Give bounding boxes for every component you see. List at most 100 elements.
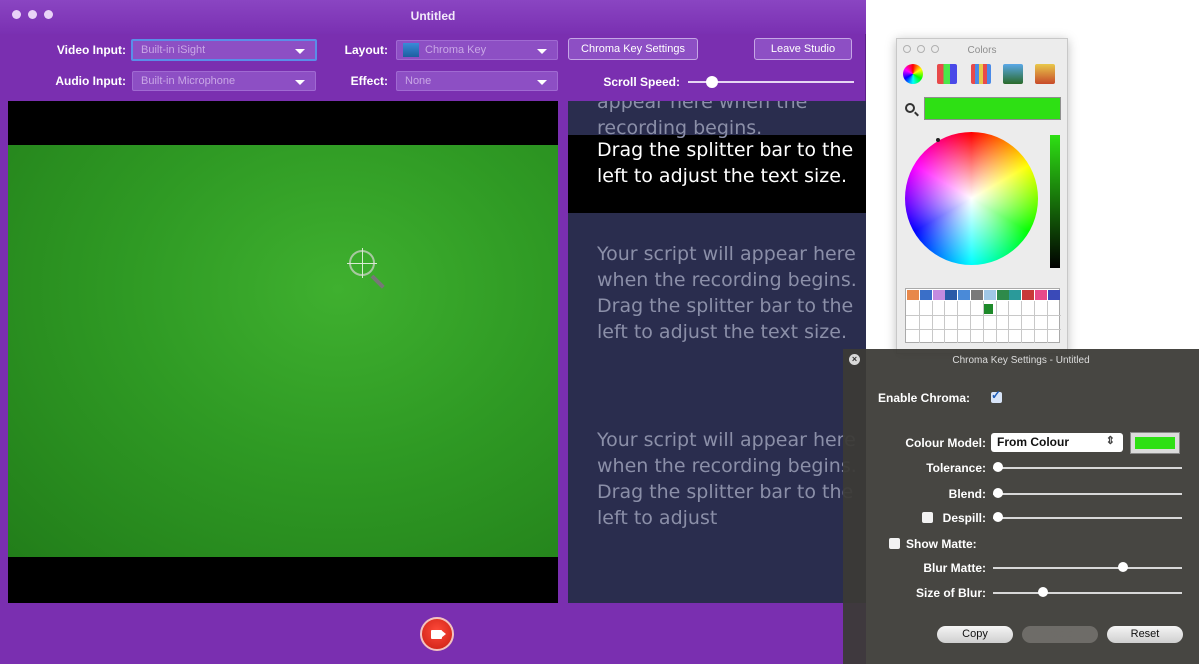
copy-button[interactable]: Copy <box>937 626 1013 643</box>
colour-model-select[interactable]: From Colour ⇕ <box>991 433 1123 452</box>
brightness-slider[interactable] <box>1050 135 1060 268</box>
script-pane[interactable]: appear here when the recording begins. D… <box>568 101 866 603</box>
video-input-select[interactable]: Built-in iSight <box>131 39 317 61</box>
paste-button[interactable]: Paste <box>1022 626 1098 643</box>
chroma-settings-title: Chroma Key Settings - Untitled <box>952 355 1090 366</box>
colors-title: Colors <box>967 45 997 56</box>
color-wheel-selector[interactable] <box>936 138 940 142</box>
palette-grid-line <box>970 301 971 343</box>
colors-panel: Colors <box>896 38 1068 354</box>
tolerance-label: Tolerance: <box>926 461 986 475</box>
magnifier-icon[interactable] <box>905 103 915 113</box>
audio-input-value: Built-in Microphone <box>141 75 236 87</box>
palette-swatch[interactable] <box>919 290 932 300</box>
colour-model-value: From Colour <box>997 435 1069 449</box>
palette-grid-line <box>906 329 1061 330</box>
video-input-value: Built-in iSight <box>141 44 206 56</box>
blend-knob[interactable] <box>993 488 1003 498</box>
chroma-green-background <box>8 145 558 557</box>
color-wheel-tab-icon[interactable] <box>903 64 923 84</box>
color-sliders-tab-icon[interactable] <box>937 64 957 84</box>
effect-select[interactable]: None <box>396 71 558 91</box>
tolerance-slider[interactable] <box>993 467 1182 469</box>
palette-grid-line <box>944 301 946 343</box>
palette-swatch[interactable] <box>958 290 971 300</box>
chevron-down-icon <box>537 49 547 54</box>
reset-button[interactable]: Reset <box>1107 626 1183 643</box>
blur-matte-slider[interactable] <box>993 567 1182 569</box>
show-matte-label: Show Matte: <box>906 537 977 551</box>
studio-window: Untitled Video Input: Built-in iSight La… <box>0 0 866 664</box>
camera-lens-icon <box>441 630 446 638</box>
palette-swatch[interactable] <box>945 290 958 300</box>
palette-grid-line <box>1046 301 1048 343</box>
eyedropper-crosshair-icon <box>347 248 377 278</box>
palette-swatch[interactable] <box>1047 290 1060 300</box>
palette-swatch[interactable] <box>983 290 996 300</box>
enable-chroma-checkbox[interactable] <box>991 388 1002 403</box>
scroll-speed-label: Scroll Speed: <box>603 75 680 89</box>
screen: Untitled Video Input: Built-in iSight La… <box>0 0 1199 664</box>
blur-matte-label: Blur Matte: <box>923 561 986 575</box>
key-color-fill <box>1135 437 1175 449</box>
color-palettes-tab-icon[interactable] <box>971 64 991 84</box>
effect-value: None <box>405 75 432 87</box>
scroll-speed-knob[interactable] <box>706 76 719 88</box>
enable-chroma-label: Enable Chroma: <box>878 391 971 405</box>
despill-slider[interactable] <box>993 517 1182 519</box>
layout-select[interactable]: Chroma Key <box>396 40 558 60</box>
blend-label: Blend: <box>948 487 986 501</box>
layout-value: Chroma Key <box>425 44 487 56</box>
layout-label: Layout: <box>344 43 388 57</box>
layout-thumbnail-icon <box>403 43 419 57</box>
blend-slider[interactable] <box>993 493 1182 495</box>
size-of-blur-slider[interactable] <box>993 592 1182 594</box>
effect-label: Effect: <box>350 74 388 88</box>
chevron-down-icon <box>537 80 547 85</box>
audio-input-select[interactable]: Built-in Microphone <box>132 71 316 91</box>
despill-knob[interactable] <box>993 512 1003 522</box>
stepper-arrows-icon: ⇕ <box>1105 435 1115 447</box>
palette-swatch[interactable] <box>932 290 945 300</box>
script-highlighted-text: Drag the splitter bar to the left to adj… <box>597 139 854 187</box>
size-of-blur-knob[interactable] <box>1037 587 1048 597</box>
color-wheel[interactable] <box>905 132 1038 265</box>
palette-swatch[interactable] <box>907 290 919 300</box>
size-of-blur-label: Size of Blur: <box>915 586 986 600</box>
palette-grid-line <box>995 301 997 343</box>
colour-model-label: Colour Model: <box>905 436 986 450</box>
script-paragraph: Your script will appear here when the re… <box>597 429 857 529</box>
palette-grid-line <box>931 301 933 343</box>
current-color-swatch[interactable] <box>924 97 1061 120</box>
tolerance-knob[interactable] <box>993 462 1003 472</box>
palette-swatch[interactable] <box>971 290 983 300</box>
despill-label: Despill: <box>942 511 986 525</box>
palette-grid-line <box>1021 301 1023 343</box>
crayons-tab-icon[interactable] <box>1035 64 1055 84</box>
palette-grid-line <box>906 315 1061 316</box>
custom-color-swatch[interactable] <box>983 304 993 314</box>
title-bar[interactable]: Untitled <box>0 0 866 34</box>
leave-studio-button[interactable]: Leave Studio <box>754 38 852 60</box>
palette-grid-line <box>957 301 959 343</box>
color-palette-grid[interactable] <box>905 288 1061 343</box>
audio-input-label: Audio Input: <box>55 74 126 88</box>
palette-grid-line <box>918 301 920 343</box>
chevron-down-icon <box>295 49 305 54</box>
script-paragraph: Your script will appear here when the re… <box>597 243 857 343</box>
image-palettes-tab-icon[interactable] <box>1003 64 1023 84</box>
palette-grid-line <box>1008 301 1010 343</box>
palette-grid-line <box>1034 301 1035 343</box>
chevron-down-icon <box>295 80 305 85</box>
script-partial-line: appear here when the <box>597 101 808 113</box>
palette-swatch[interactable] <box>1022 290 1035 300</box>
palette-swatch[interactable] <box>1009 290 1022 300</box>
palette-swatch[interactable] <box>1035 290 1047 300</box>
record-button[interactable] <box>420 617 454 651</box>
show-matte-checkbox[interactable] <box>889 538 900 549</box>
palette-swatch[interactable] <box>996 290 1009 300</box>
key-color-well[interactable] <box>1130 432 1180 454</box>
chroma-key-settings-button[interactable]: Chroma Key Settings <box>568 38 698 60</box>
video-input-label: Video Input: <box>56 43 126 57</box>
window-title: Untitled <box>410 9 456 23</box>
